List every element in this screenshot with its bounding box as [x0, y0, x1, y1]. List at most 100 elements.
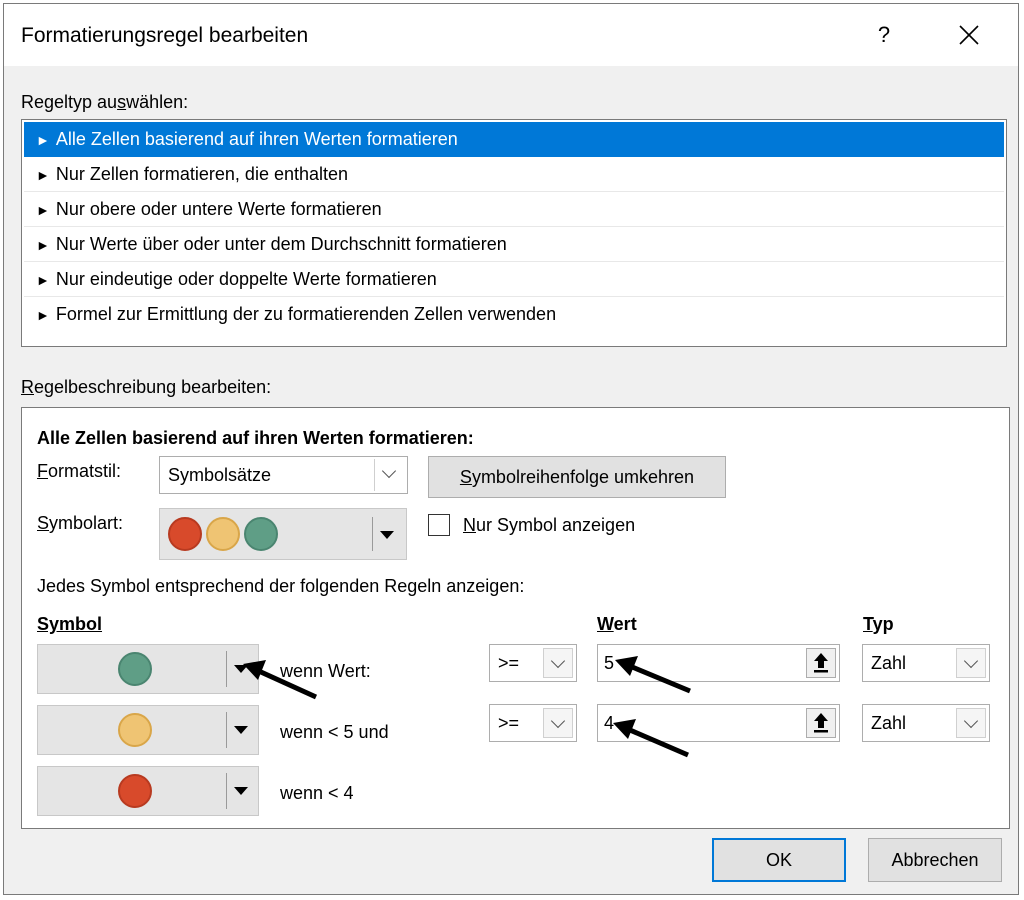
rule-type-item-label: Formel zur Ermittlung der zu formatieren… [55, 304, 557, 324]
rule-type-item-label: Nur obere oder untere Werte formatieren [55, 199, 382, 219]
rule-description-label-accesskey: R [21, 377, 34, 397]
value-header-accesskey: W [597, 614, 614, 634]
close-icon [959, 25, 979, 45]
rule-type-list[interactable]: ► Alle Zellen basierend auf ihren Werten … [21, 119, 1007, 347]
rule-type-item[interactable]: ► Formel zur Ermittlung der zu formatiere… [24, 297, 1004, 332]
rule-type-label-accesskey: s [117, 92, 127, 112]
rule-type-item-label: Nur Werte über oder unter dem Durchschni… [55, 234, 507, 254]
value-text-row-2: 4 [604, 713, 615, 733]
triangle-down-icon[interactable] [234, 665, 248, 673]
cancel-button[interactable]: Abbrechen [868, 838, 1002, 882]
rule-type-item[interactable]: ► Nur Werte über oder unter dem Durchschn… [24, 227, 1004, 262]
symbol-type-select[interactable] [159, 508, 407, 560]
arrow-right-icon: ► [36, 167, 50, 183]
rule-type-label-text-end: wählen: [126, 92, 189, 112]
upload-arrow-icon [814, 653, 828, 673]
reverse-button-accesskey: S [459, 467, 472, 487]
condition-text-row-3: wenn < 4 [280, 783, 354, 803]
arrow-right-icon: ► [36, 237, 50, 253]
format-rule-dialog: Formatierungsregel bearbeiten ? Regeltyp… [3, 3, 1019, 895]
rule-type-item[interactable]: ► Nur Zellen formatieren, die enthalten [24, 157, 1004, 192]
triangle-down-icon[interactable] [234, 726, 248, 734]
operator-select-row-1[interactable]: >= [489, 644, 577, 682]
operator-select-row-2[interactable]: >= [489, 704, 577, 742]
reverse-button-label: ymbolreihenfolge umkehren [471, 467, 695, 487]
range-picker-button-row-2[interactable] [806, 708, 836, 738]
type-select-row-1[interactable]: Zahl [862, 644, 990, 682]
format-style-value: Symbolsätze [168, 465, 272, 485]
rule-type-item-label: Alle Zellen basierend auf ihren Werten f… [55, 129, 458, 149]
format-style-dropdown[interactable] [374, 459, 405, 491]
chevron-down-icon [381, 463, 397, 479]
chevron-down-icon [550, 653, 566, 669]
type-dropdown-row-1[interactable] [956, 648, 986, 678]
arrow-right-icon: ► [36, 132, 50, 148]
type-select-row-2[interactable]: Zahl [862, 704, 990, 742]
column-header-symbol: Symbol [37, 614, 103, 634]
divider [372, 517, 373, 551]
symbol-only-checkbox[interactable] [428, 514, 450, 536]
condition-text-row-1: wenn Wert: [280, 661, 371, 681]
symbol-select-row-2[interactable] [37, 705, 259, 755]
operator-value-row-1: >= [498, 653, 520, 673]
chevron-down-icon [963, 713, 979, 729]
rules-intro-text: Jedes Symbol entsprechend der folgenden … [37, 576, 525, 596]
rule-type-item[interactable]: ► Nur eindeutige oder doppelte Werte form… [24, 262, 1004, 297]
yellow-circle-icon [118, 713, 152, 747]
triangle-down-icon[interactable] [380, 531, 394, 539]
rule-description-label: Regelbeschreibung bearbeiten: [21, 377, 271, 398]
symbol-select-row-1[interactable] [37, 644, 259, 694]
symbol-type-label: Symbolart: [37, 513, 123, 534]
chevron-down-icon [550, 713, 566, 729]
reverse-icon-order-button[interactable]: Symbolreihenfolge umkehren [428, 456, 726, 498]
description-heading: Alle Zellen basierend auf ihren Werten f… [37, 428, 474, 448]
operator-dropdown-row-2[interactable] [543, 708, 573, 738]
divider [226, 712, 227, 748]
rule-description-panel: Alle Zellen basierend auf ihren Werten f… [21, 407, 1010, 829]
divider [226, 773, 227, 809]
symbol-only-label[interactable]: Nur Symbol anzeigen [463, 515, 635, 536]
green-circle-icon [118, 652, 152, 686]
rule-description-label-text: egelbeschreibung bearbeiten: [34, 377, 272, 397]
arrow-right-icon: ► [36, 202, 50, 218]
rule-type-item[interactable]: ► Alle Zellen basierend auf ihren Werten … [24, 122, 1004, 157]
rule-type-item-label: Nur eindeutige oder doppelte Werte forma… [55, 269, 437, 289]
format-style-label: Formatstil: [37, 461, 121, 482]
range-picker-button-row-1[interactable] [806, 648, 836, 678]
type-dropdown-row-2[interactable] [956, 708, 986, 738]
divider [226, 651, 227, 687]
type-value-row-1: Zahl [871, 653, 907, 673]
type-header-accesskey: T [863, 614, 873, 634]
value-text-row-1: 5 [604, 653, 615, 673]
red-circle-icon [118, 774, 152, 808]
arrow-right-icon: ► [36, 272, 50, 288]
rule-type-item-label: Nur Zellen formatieren, die enthalten [55, 164, 349, 184]
type-header-text: yp [872, 614, 894, 634]
chevron-down-icon [963, 653, 979, 669]
close-button[interactable] [949, 18, 989, 52]
title-bar: Formatierungsregel bearbeiten ? [4, 4, 1018, 66]
symbol-only-accesskey: N [463, 515, 476, 535]
triangle-down-icon[interactable] [234, 787, 248, 795]
rule-type-label: Regeltyp auswählen: [21, 92, 188, 113]
green-circle-icon [244, 517, 278, 551]
symbol-type-label-text: ymbolart: [49, 513, 124, 533]
type-value-row-2: Zahl [871, 713, 907, 733]
format-style-select[interactable]: Symbolsätze [159, 456, 408, 494]
dialog-title: Formatierungsregel bearbeiten [21, 24, 309, 47]
rule-type-item[interactable]: ► Nur obere oder untere Werte formatieren [24, 192, 1004, 227]
symbol-only-text: ur Symbol anzeigen [476, 515, 636, 535]
value-input-row-1[interactable]: 5 [597, 644, 840, 682]
operator-dropdown-row-1[interactable] [543, 648, 573, 678]
help-button[interactable]: ? [864, 18, 904, 52]
column-header-type: Typ [863, 614, 894, 635]
arrow-right-icon: ► [36, 307, 50, 323]
yellow-circle-icon [206, 517, 240, 551]
ok-button[interactable]: OK [712, 838, 846, 882]
upload-arrow-icon [814, 713, 828, 733]
value-header-text: ert [613, 614, 637, 634]
symbol-select-row-3[interactable] [37, 766, 259, 816]
operator-value-row-2: >= [498, 713, 520, 733]
value-input-row-2[interactable]: 4 [597, 704, 840, 742]
symbol-type-label-accesskey: S [37, 513, 50, 533]
